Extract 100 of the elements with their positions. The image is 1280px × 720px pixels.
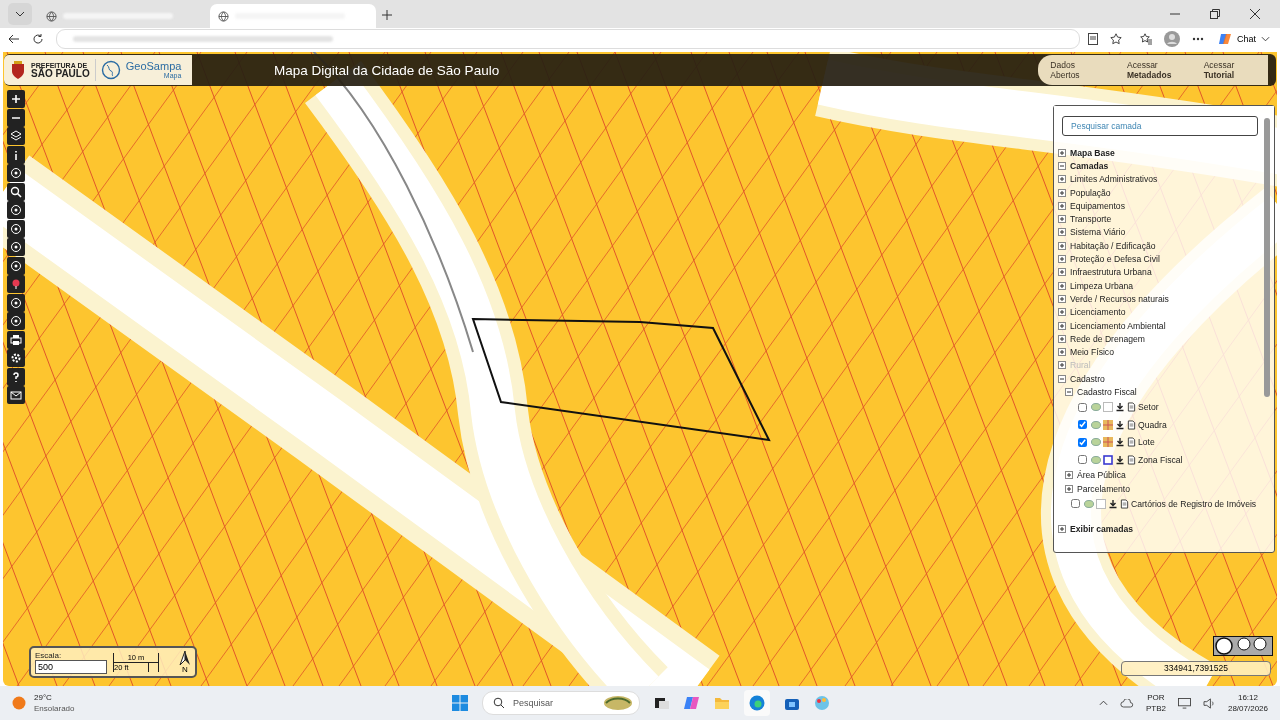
layer-label: Setor	[1138, 402, 1159, 413]
expand-icon[interactable]	[1058, 188, 1066, 197]
document-icon[interactable]	[1127, 437, 1136, 448]
settings-button[interactable]	[7, 349, 25, 367]
keyboard-layout[interactable]: PTB2	[1145, 704, 1166, 713]
north-arrow-icon	[179, 650, 191, 665]
layer-checkbox[interactable]	[1078, 402, 1087, 412]
expand-icon[interactable]	[1058, 348, 1066, 357]
layer-checkbox[interactable]	[1078, 437, 1087, 447]
monitor-icon[interactable]	[1177, 697, 1191, 709]
layer-checkbox[interactable]	[1071, 499, 1080, 509]
paint-app-icon[interactable]	[814, 695, 830, 711]
layer-group-label[interactable]: Licenciamento	[1070, 307, 1126, 318]
restore-icon[interactable]	[1210, 9, 1220, 19]
document-icon[interactable]	[1127, 419, 1136, 430]
layer-group-label[interactable]: Sistema Viário	[1070, 227, 1126, 238]
back-icon[interactable]	[8, 33, 20, 45]
layer-group-label[interactable]: Mapa Base	[1070, 147, 1115, 158]
expand-icon[interactable]	[1058, 241, 1066, 250]
expand-icon[interactable]	[1065, 484, 1073, 493]
download-icon[interactable]	[1115, 419, 1125, 430]
expand-icon[interactable]	[1058, 321, 1066, 330]
header-link[interactable]: Dados Abertos	[1050, 59, 1103, 81]
expand-icon[interactable]	[1058, 525, 1066, 534]
collapse-icon[interactable]	[1065, 388, 1073, 396]
weather-condition: Ensolarado	[34, 704, 75, 713]
pin-button[interactable]	[7, 275, 25, 293]
layer-group-label[interactable]: Proteção e Defesa Civil	[1070, 254, 1160, 264]
layer-group-label[interactable]: Cadastro	[1070, 373, 1105, 384]
layer-group-label[interactable]: População	[1070, 187, 1111, 198]
close-icon[interactable]	[1250, 9, 1260, 19]
layer-group-label[interactable]: Camadas	[1070, 160, 1109, 171]
layer-group-label[interactable]: Cadastro Fiscal	[1077, 387, 1137, 397]
copilot-app-icon[interactable]	[684, 695, 700, 711]
search-icon	[493, 697, 505, 709]
layer-group-label[interactable]: Área Pública	[1077, 470, 1126, 481]
document-icon[interactable]	[1120, 499, 1129, 509]
taskbar-search-field[interactable]: Pesquisar	[482, 691, 640, 715]
star-icon[interactable]	[1110, 33, 1122, 45]
chevron-up-icon[interactable]	[1098, 700, 1108, 706]
layer-checkbox[interactable]	[1078, 420, 1087, 430]
clock-date[interactable]: 28/07/2026	[1227, 704, 1268, 713]
download-icon[interactable]	[1115, 454, 1125, 465]
zoom-in-button[interactable]	[7, 90, 25, 108]
layers-button[interactable]	[7, 127, 25, 145]
profile-avatar-icon[interactable]	[1164, 31, 1180, 47]
collapse-icon[interactable]	[1058, 161, 1066, 170]
layer-group-label[interactable]: Habitação / Edificação	[1070, 240, 1156, 251]
expand-icon[interactable]	[1058, 281, 1066, 290]
layer-group-label[interactable]: Equipamentos	[1070, 200, 1125, 211]
cloud-icon[interactable]	[1119, 698, 1134, 708]
browser-app-icon[interactable]	[749, 695, 765, 711]
expand-icon[interactable]	[1058, 148, 1066, 157]
expand-icon[interactable]	[1058, 255, 1066, 263]
layer-group-label[interactable]: Exibir camadas	[1070, 524, 1134, 535]
expand-icon[interactable]	[1058, 201, 1066, 210]
chat-button[interactable]: Chat	[1216, 32, 1272, 46]
layer-group-label[interactable]: Infraestrutura Urbana	[1070, 267, 1152, 278]
reader-icon[interactable]	[1088, 33, 1098, 45]
expand-icon[interactable]	[1058, 175, 1066, 184]
address-field[interactable]	[56, 29, 1080, 49]
layer-group-label[interactable]: Rede de Drenagem	[1070, 333, 1145, 344]
more-icon[interactable]	[1192, 37, 1204, 41]
layer-search-field[interactable]: Pesquisar camada	[1062, 116, 1258, 136]
expand-icon[interactable]	[1058, 215, 1066, 224]
layer-group-label[interactable]: Limites Administrativos	[1070, 174, 1158, 185]
new-tab-icon[interactable]	[382, 10, 392, 20]
document-icon[interactable]	[1127, 402, 1136, 413]
speaker-icon[interactable]	[1202, 697, 1216, 709]
download-icon[interactable]	[1115, 402, 1125, 413]
expand-icon[interactable]	[1058, 294, 1066, 303]
collapse-icon[interactable]	[1058, 374, 1066, 383]
expand-icon[interactable]	[1058, 268, 1066, 277]
expand-icon[interactable]	[1058, 334, 1066, 343]
download-icon[interactable]	[1108, 499, 1118, 509]
globe-outline-icon	[100, 60, 121, 80]
expand-icon[interactable]	[1058, 308, 1066, 317]
download-icon[interactable]	[1115, 437, 1125, 448]
clock-time[interactable]: 16:12	[1237, 693, 1258, 702]
layer-group-label[interactable]: Parcelamento	[1077, 483, 1131, 494]
mail-button[interactable]	[7, 386, 25, 404]
expand-icon[interactable]	[1058, 228, 1066, 237]
scale-input[interactable]: 500	[35, 659, 107, 674]
layer-checkbox[interactable]	[1078, 455, 1087, 465]
header-link[interactable]: Acessar Metadados	[1127, 59, 1179, 81]
input-language[interactable]: POR	[1147, 693, 1165, 702]
layer-group-label[interactable]: Verde / Recursos naturais	[1070, 293, 1169, 304]
layer-group-label[interactable]: Licenciamento Ambiental	[1070, 320, 1166, 331]
favorites-icon[interactable]	[1140, 33, 1152, 45]
header-link[interactable]: Acessar Tutorial	[1203, 59, 1256, 81]
layer-label: Zona Fiscal	[1138, 454, 1183, 465]
layer-group-label[interactable]: Meio Físico	[1070, 347, 1114, 358]
document-icon[interactable]	[1127, 454, 1136, 465]
start-icon[interactable]	[452, 695, 468, 711]
layer-group-label[interactable]: Limpeza Urbana	[1070, 280, 1134, 291]
reload-icon[interactable]	[32, 33, 44, 45]
task-view-icon[interactable]	[654, 695, 670, 711]
print-icon	[10, 333, 22, 346]
expand-icon[interactable]	[1065, 471, 1073, 480]
layer-group-label[interactable]: Transporte	[1070, 214, 1112, 225]
